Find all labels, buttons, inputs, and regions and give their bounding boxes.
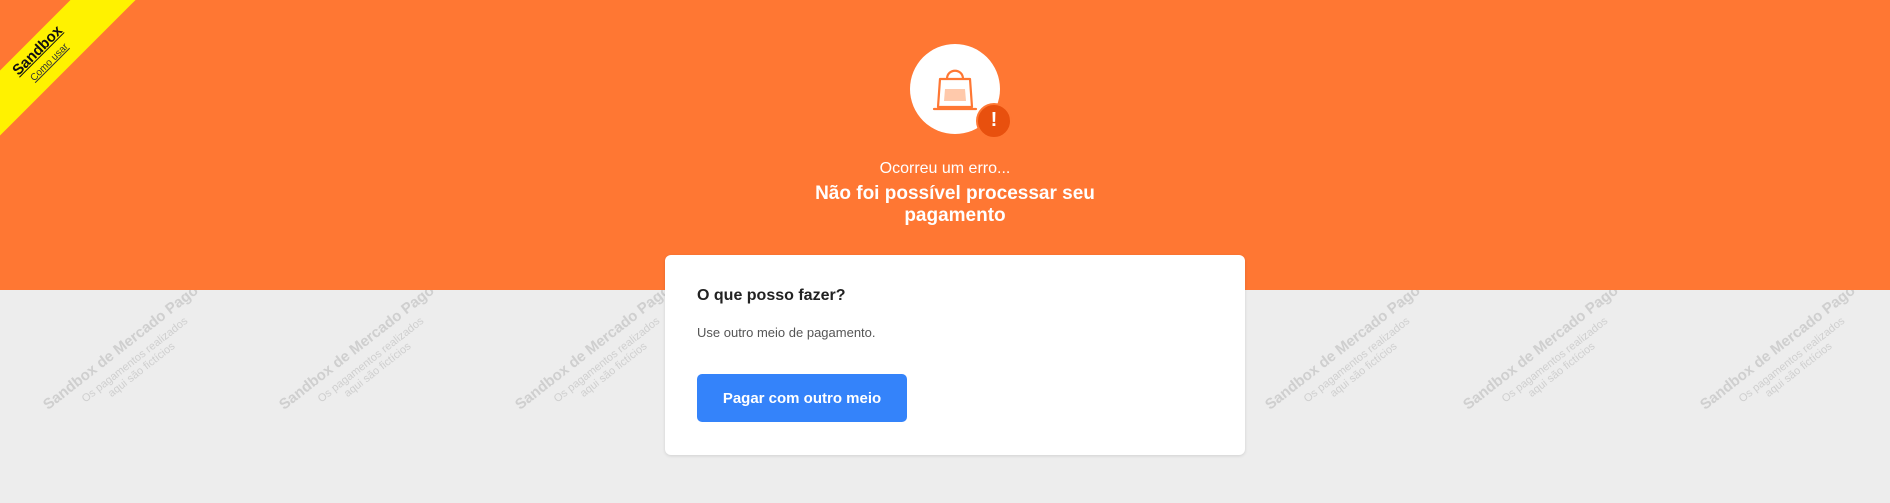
error-subtitle: Ocorreu um erro...	[879, 160, 1011, 177]
help-card: O que posso fazer? Use outro meio de pag…	[665, 255, 1245, 455]
sandbox-watermark: Sandbox de Mercado Pago Os pagamentos rea…	[40, 290, 202, 414]
sandbox-watermark: Sandbox de Mercado Pago Os pagamentos rea…	[276, 290, 438, 414]
card-text: Use outro meio de pagamento.	[697, 325, 876, 340]
pay-another-way-button[interactable]: Pagar com outro meio	[697, 374, 907, 422]
card-title: O que posso fazer?	[697, 287, 846, 304]
sandbox-watermark: Sandbox de Mercado Pago Os pagamentos rea…	[1460, 290, 1622, 414]
status-icon-group: !	[910, 44, 1012, 139]
error-title: Não foi possível processar seu pagamento	[815, 183, 1095, 226]
sandbox-watermark: Sandbox de Mercado Pago Os pagamentos rea…	[1697, 290, 1859, 414]
sandbox-watermark: Sandbox de Mercado Pago Os pagamentos rea…	[512, 290, 674, 414]
alert-icon: !	[976, 103, 1012, 139]
sandbox-watermark: Sandbox de Mercado Pago Os pagamentos rea…	[1262, 290, 1424, 414]
shopping-bag-icon	[932, 69, 978, 111]
